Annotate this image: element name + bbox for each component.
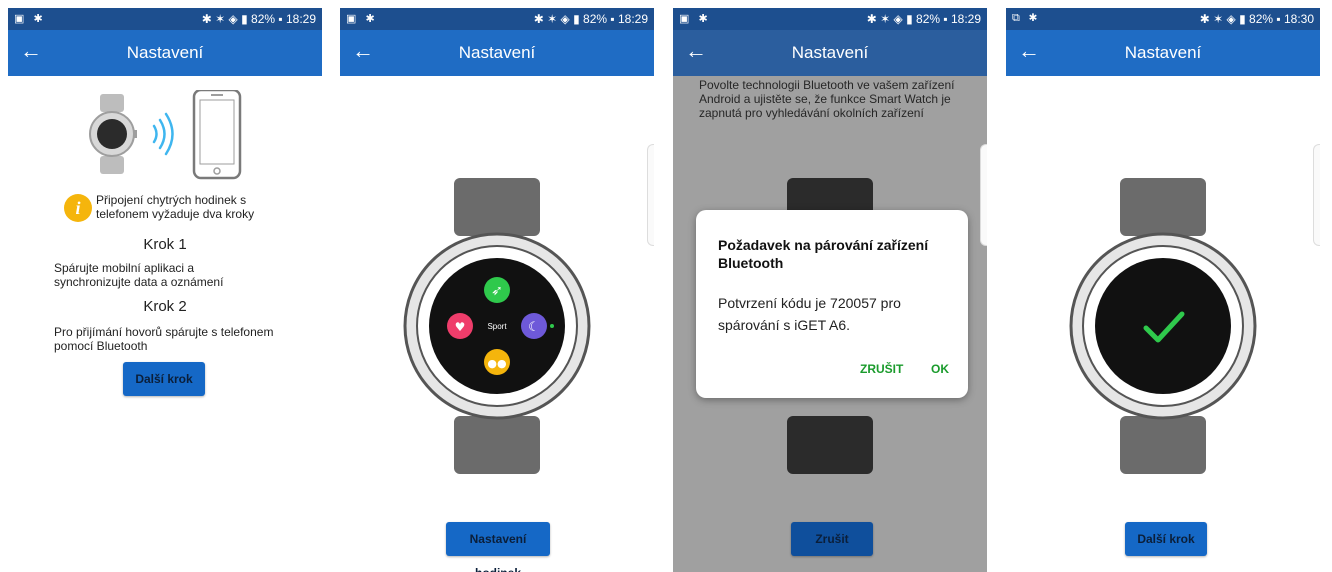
cancel-button[interactable]: Zrušit (791, 522, 873, 556)
content-area: Další krok (1006, 76, 1320, 572)
status-bar: ▣ ✱ ✱ ✶ ◈ ▮ 82% ▪ 18:29 (673, 8, 987, 30)
status-icons-right: ✱ ✶ ◈ ▮ 82% ▪ 18:30 (1199, 12, 1314, 26)
screen-watch-setup: ▣ ✱ ✱ ✶ ◈ ▮ 82% ▪ 18:29 ← Nastavení ➶ ♥ … (340, 8, 654, 572)
page-title: Nastavení (791, 43, 869, 62)
next-step-button[interactable]: Další krok (1125, 522, 1207, 556)
dialog-title: Požadavek na párování zařízení Bluetooth (718, 237, 929, 271)
smartphone-icon (192, 90, 242, 180)
screen-setup-intro: ▣ ✱ ✱ ✶ ◈ ▮ 82% ▪ 18:29 ← Nastavení i Př… (8, 8, 322, 572)
status-icons-right: ✱ ✶ ◈ ▮ 82% ▪ 18:29 (533, 12, 648, 26)
dialog-cancel-button[interactable]: ZRUŠIT (860, 362, 903, 376)
status-icons-right: ✱ ✶ ◈ ▮ 82% ▪ 18:29 (201, 12, 316, 26)
page-title: Nastavení (1124, 43, 1202, 62)
status-bar: ⧉ ✱ ✱ ✶ ◈ ▮ 82% ▪ 18:30 (1006, 8, 1320, 30)
pairing-request-dialog: Požadavek na párování zařízení Bluetooth… (696, 210, 968, 398)
smartwatch-success-illustration (1069, 178, 1257, 474)
app-bar: ← Nastavení (340, 30, 654, 76)
status-icons-left: ▣ ✱ (679, 13, 711, 25)
step1-title: Krok 1 (143, 236, 187, 253)
step2-text: Pro přijímání hovorů spárujte s telefone… (54, 325, 274, 353)
bluetooth-waves-icon (152, 112, 174, 156)
app-bar: ← Nastavení (673, 30, 987, 76)
side-edge-handle (1313, 144, 1320, 246)
smartwatch-illustration: ➶ ♥ ☾ ●● Sport (403, 178, 591, 474)
svg-text:♥: ♥ (455, 320, 466, 334)
watch-phone-illustration (89, 90, 242, 180)
page-title: Nastavení (458, 43, 536, 62)
svg-text:☾: ☾ (528, 320, 540, 335)
watch-settings-button[interactable]: Nastavení hodinek (446, 522, 550, 572)
status-icons-left: ▣ ✱ (14, 13, 46, 25)
screen-bluetooth-pairing: ▣ ✱ ✱ ✶ ◈ ▮ 82% ▪ 18:29 ← Nastavení Povo… (673, 8, 987, 572)
app-bar: ← Nastavení (1006, 30, 1320, 76)
info-icon: i (64, 194, 92, 222)
screen-pairing-success: ⧉ ✱ ✱ ✶ ◈ ▮ 82% ▪ 18:30 ← Nastavení Dalš… (1006, 8, 1320, 572)
status-bar: ▣ ✱ ✱ ✶ ◈ ▮ 82% ▪ 18:29 (340, 8, 654, 30)
next-step-button[interactable]: Další krok (123, 362, 205, 396)
content-area: ➶ ♥ ☾ ●● Sport Nastavení hodinek (340, 76, 654, 572)
content-area: Povolte technologii Bluetooth ve vašem z… (673, 76, 987, 572)
status-bar: ▣ ✱ ✱ ✶ ◈ ▮ 82% ▪ 18:29 (8, 8, 322, 30)
side-edge-handle (980, 144, 987, 246)
step2-title: Krok 2 (143, 298, 187, 315)
step1-text: Spárujte mobilní aplikaci a synchronizuj… (54, 261, 224, 289)
status-icons-left: ▣ ✱ (346, 13, 378, 25)
svg-text:➶: ➶ (491, 283, 503, 299)
status-icons-left: ⧉ ✱ (1012, 12, 1041, 24)
side-edge-handle (647, 144, 654, 246)
info-message: Připojení chytrých hodinek s telefonem v… (96, 193, 255, 221)
svg-text:●●: ●● (487, 357, 506, 370)
small-watch-icon (89, 94, 137, 174)
page-title: Nastavení (126, 43, 204, 62)
dialog-message: Potvrzení kódu je 720057 pro spárování s… (718, 295, 901, 333)
watch-center-label: Sport (487, 322, 507, 331)
dialog-ok-button[interactable]: OK (931, 362, 949, 376)
status-icons-right: ✱ ✶ ◈ ▮ 82% ▪ 18:29 (866, 12, 981, 26)
app-bar: ← Nastavení (8, 30, 322, 76)
content-area: i Připojení chytrých hodinek s telefonem… (8, 76, 322, 572)
